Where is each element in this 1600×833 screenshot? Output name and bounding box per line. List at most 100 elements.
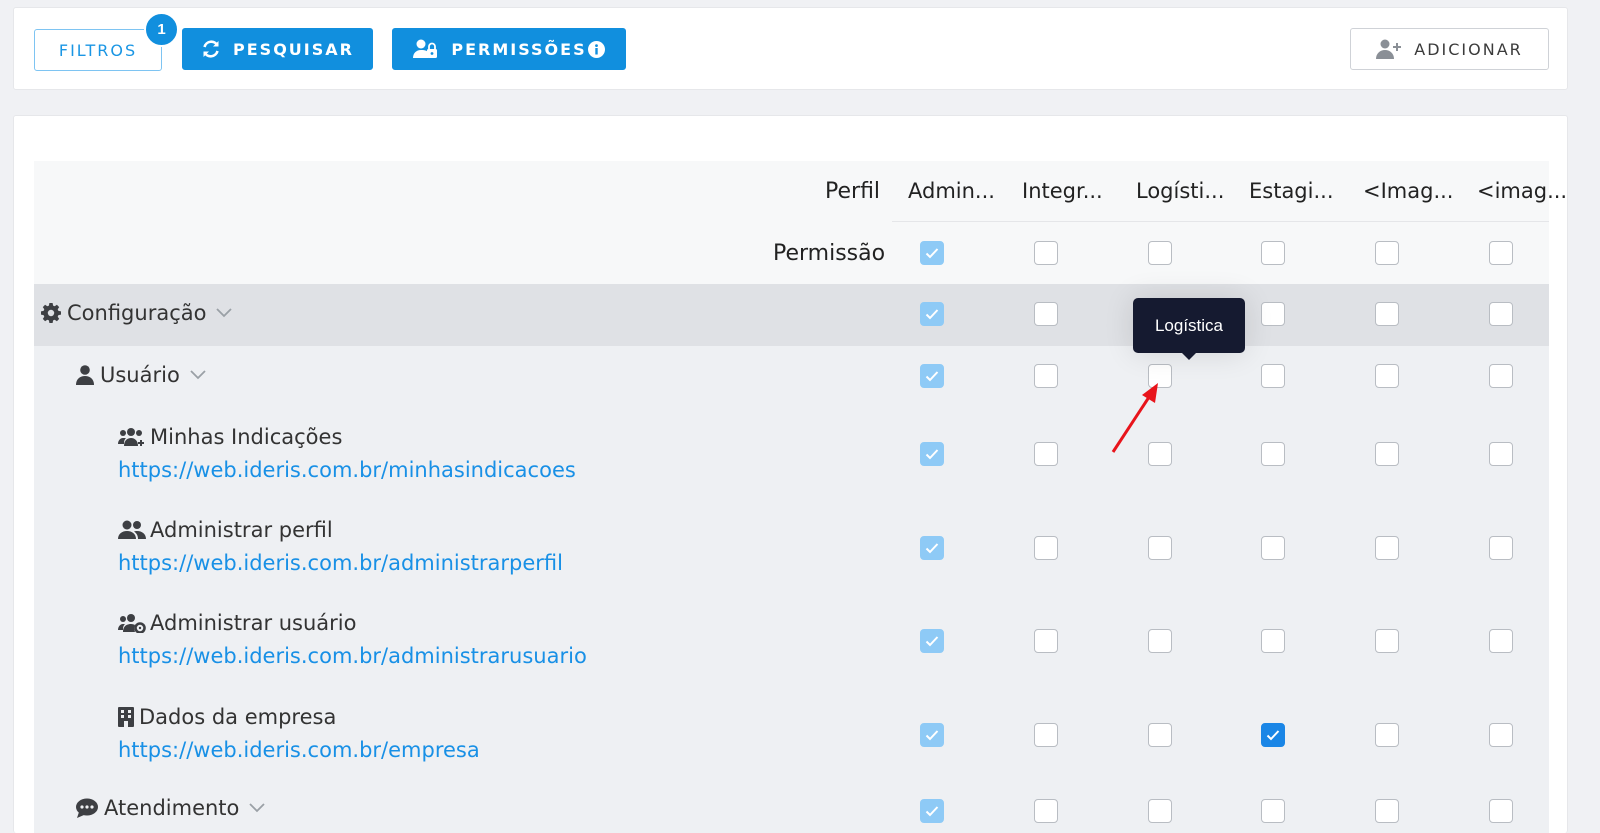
checkbox-atendimento-col-3[interactable] [1148, 799, 1172, 823]
column-tooltip: Logística [1133, 298, 1245, 360]
column-header-integr: Integr... [1022, 179, 1103, 203]
checkbox-minhas-indicacoes-col-2[interactable] [1034, 442, 1058, 466]
row-label-administrar-perfil: Administrar perfil [118, 518, 333, 542]
checkbox-permissao-col-4[interactable] [1261, 241, 1285, 265]
permissoes-label: PERMISSÕES [451, 39, 587, 59]
checkbox-atendimento-col-1[interactable] [920, 799, 944, 823]
checkbox-usuario-col-5[interactable] [1375, 364, 1399, 388]
toolbar: FILTROS 1 PESQUISAR PERMISSÕES ADICIONAR [13, 7, 1568, 90]
permissions-card: Perfil Permissão Admin... Integr... Logí… [13, 115, 1568, 833]
chevron-down-icon[interactable] [216, 308, 233, 318]
minhas-indicacoes-label: Minhas Indicações [150, 425, 343, 449]
row-label-minhas-indicacoes: Minhas Indicações [118, 425, 342, 449]
checkbox-dados-empresa-col-6[interactable] [1489, 723, 1513, 747]
checkbox-configuracao-col-2[interactable] [1034, 302, 1058, 326]
filtros-label: FILTROS [58, 40, 138, 60]
user-icon [76, 365, 94, 385]
adicionar-button[interactable]: ADICIONAR [1350, 28, 1549, 70]
perfil-label: Perfil [825, 179, 881, 204]
column-header-admin: Admin... [908, 179, 995, 203]
checkbox-usuario-col-4[interactable] [1261, 364, 1285, 388]
comment-icon [76, 798, 98, 818]
annotation-arrow [1111, 383, 1158, 453]
row-label-dados-empresa: Dados da empresa [118, 705, 336, 729]
checkbox-administrar-usuario-col-3[interactable] [1148, 629, 1172, 653]
checkbox-dados-empresa-col-5[interactable] [1375, 723, 1399, 747]
checkbox-atendimento-col-5[interactable] [1375, 799, 1399, 823]
tooltip-text: Logística [1154, 315, 1224, 335]
chevron-down-icon[interactable] [190, 370, 206, 380]
checkbox-minhas-indicacoes-col-1[interactable] [920, 442, 944, 466]
column-header-imag-2: <imag... [1477, 179, 1568, 203]
row-label-configuracao[interactable]: Configuração [41, 301, 233, 325]
configuracao-label: Configuração [67, 301, 207, 325]
chevron-down-icon[interactable] [249, 803, 266, 813]
column-header-logistica: Logísti... [1136, 179, 1225, 203]
filter-count-badge: 1 [144, 12, 179, 47]
users-plus-icon [118, 427, 146, 447]
gear-icon [41, 303, 61, 323]
permissao-label: Permissão [773, 241, 886, 266]
checkbox-dados-empresa-col-3[interactable] [1148, 723, 1172, 747]
checkbox-administrar-usuario-col-4[interactable] [1261, 629, 1285, 653]
checkbox-usuario-col-6[interactable] [1489, 364, 1513, 388]
adicionar-label: ADICIONAR [1414, 39, 1523, 59]
checkbox-usuario-col-1[interactable] [920, 364, 944, 388]
checkbox-dados-empresa-col-1[interactable] [920, 723, 944, 747]
checkbox-administrar-usuario-col-5[interactable] [1375, 629, 1399, 653]
minhas-indicacoes-link[interactable]: https://web.ideris.com.br/minhasindicaco… [118, 458, 576, 482]
administrar-perfil-label: Administrar perfil [150, 518, 333, 542]
administrar-usuario-link[interactable]: https://web.ideris.com.br/administrarusu… [118, 644, 587, 668]
dados-empresa-label: Dados da empresa [139, 705, 337, 729]
pesquisar-button[interactable]: PESQUISAR [182, 28, 373, 70]
checkbox-permissao-col-1[interactable] [920, 241, 944, 265]
checkbox-permissao-col-2[interactable] [1034, 241, 1058, 265]
checkbox-administrar-perfil-col-2[interactable] [1034, 536, 1058, 560]
building-icon [118, 707, 134, 727]
checkbox-atendimento-col-6[interactable] [1489, 799, 1513, 823]
checkbox-dados-empresa-col-2[interactable] [1034, 723, 1058, 747]
row-label-usuario[interactable]: Usuário [76, 363, 206, 387]
checkbox-configuracao-col-4[interactable] [1261, 302, 1285, 326]
user-plus-icon [1376, 39, 1402, 59]
atendimento-label: Atendimento [104, 796, 240, 820]
sync-icon [201, 39, 221, 59]
users-icon [118, 520, 146, 540]
checkbox-permissao-col-5[interactable] [1375, 241, 1399, 265]
row-label-atendimento[interactable]: Atendimento [76, 796, 266, 820]
administrar-usuario-label: Administrar usuário [150, 611, 357, 635]
checkbox-administrar-perfil-col-5[interactable] [1375, 536, 1399, 560]
checkbox-administrar-perfil-col-6[interactable] [1489, 536, 1513, 560]
checkbox-administrar-perfil-col-4[interactable] [1261, 536, 1285, 560]
dados-empresa-link[interactable]: https://web.ideris.com.br/empresa [118, 738, 480, 762]
checkbox-atendimento-col-4[interactable] [1261, 799, 1285, 823]
permissoes-button[interactable]: PERMISSÕES [392, 28, 626, 70]
checkbox-administrar-usuario-col-1[interactable] [920, 629, 944, 653]
checkbox-permissao-col-6[interactable] [1489, 241, 1513, 265]
checkbox-configuracao-col-1[interactable] [920, 302, 944, 326]
row-configuracao [34, 284, 1549, 346]
users-cog-icon [118, 613, 146, 633]
checkbox-permissao-col-3[interactable] [1148, 241, 1172, 265]
checkbox-usuario-col-2[interactable] [1034, 364, 1058, 388]
checkbox-administrar-usuario-col-6[interactable] [1489, 629, 1513, 653]
administrar-perfil-link[interactable]: https://web.ideris.com.br/administrarper… [118, 551, 563, 575]
checkbox-administrar-perfil-col-3[interactable] [1148, 536, 1172, 560]
usuario-label: Usuário [100, 363, 180, 387]
user-lock-icon [413, 39, 439, 59]
permissions-grid: Perfil Permissão Admin... Integr... Logí… [34, 161, 1567, 833]
checkbox-configuracao-col-6[interactable] [1489, 302, 1513, 326]
column-header-estagi: Estagi... [1249, 179, 1334, 203]
filtros-button[interactable]: FILTROS [34, 29, 162, 71]
checkbox-minhas-indicacoes-col-4[interactable] [1261, 442, 1285, 466]
checkbox-minhas-indicacoes-col-5[interactable] [1375, 442, 1399, 466]
checkbox-administrar-usuario-col-2[interactable] [1034, 629, 1058, 653]
column-header-imag-1: <Imag... [1363, 179, 1454, 203]
pesquisar-label: PESQUISAR [233, 39, 354, 59]
checkbox-configuracao-col-5[interactable] [1375, 302, 1399, 326]
checkbox-administrar-perfil-col-1[interactable] [920, 536, 944, 560]
checkbox-dados-empresa-col-4[interactable] [1261, 723, 1285, 747]
info-circle-icon[interactable] [587, 40, 605, 58]
checkbox-atendimento-col-2[interactable] [1034, 799, 1058, 823]
checkbox-minhas-indicacoes-col-6[interactable] [1489, 442, 1513, 466]
